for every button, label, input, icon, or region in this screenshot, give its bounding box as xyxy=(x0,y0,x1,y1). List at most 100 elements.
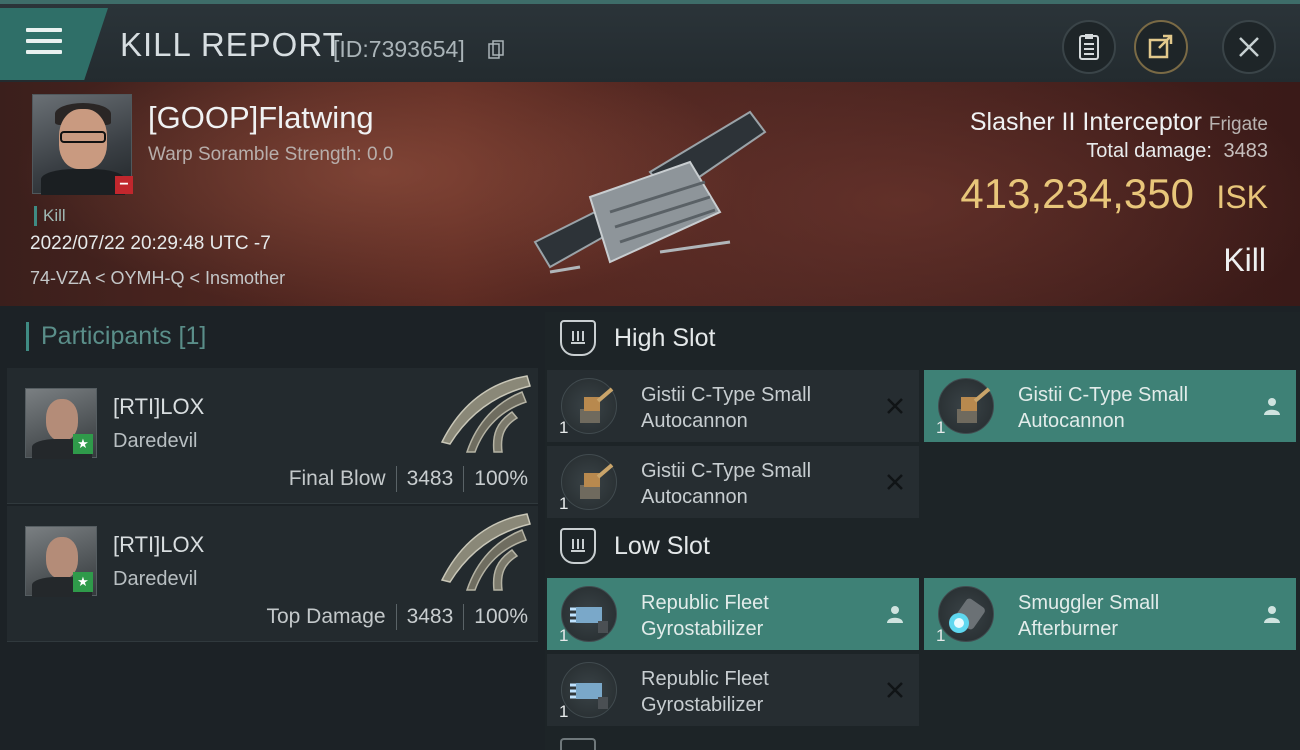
isk-unit: ISK xyxy=(1216,179,1268,215)
dropped-person-icon xyxy=(1260,394,1284,418)
module-name: Republic Fleet Gyrostabilizer xyxy=(641,590,871,642)
destroyed-x-icon xyxy=(883,470,907,494)
kill-result: Kill xyxy=(1223,242,1266,278)
module-name-line1: Republic Fleet xyxy=(641,668,769,690)
menu-icon xyxy=(26,28,62,32)
participant-percent: 100% xyxy=(474,605,528,628)
participant-name: [RTI]LOX xyxy=(113,532,205,557)
module-quantity: 1 xyxy=(936,418,946,437)
participant-name: [RTI]LOX xyxy=(113,394,205,419)
module-name-line1: Gistii C-Type Small xyxy=(641,384,812,406)
low-slot-title: Low Slot xyxy=(614,531,710,560)
participant-damage: 3483 xyxy=(406,467,454,490)
close-icon xyxy=(1239,37,1259,57)
module-name-line1: Gistii C-Type Small xyxy=(1018,384,1189,406)
clipboard-icon xyxy=(1079,34,1099,60)
module-name: Republic Fleet Gyrostabilizer xyxy=(641,666,871,718)
report-id: [ID:7393654] xyxy=(333,36,465,62)
portrait-glasses xyxy=(60,131,106,143)
module-name-line1: Smuggler Small xyxy=(1018,592,1160,614)
low-slot-heading: Low Slot xyxy=(560,528,710,564)
isk-value: 413,234,350 ISK xyxy=(960,170,1268,218)
participants-heading: Participants [1] xyxy=(26,322,206,351)
total-damage-label: Total damage: xyxy=(1086,140,1212,162)
victim-ship-image[interactable] xyxy=(520,102,790,292)
module-name-line2: Autocannon xyxy=(1018,410,1125,432)
divider xyxy=(395,466,397,492)
module-item[interactable]: 1 Republic Fleet Gyrostabilizer xyxy=(547,578,919,650)
module-name-line2: Gyrostabilizer xyxy=(641,618,764,640)
high-slot-heading: High Slot xyxy=(560,320,715,356)
autocannon-icon xyxy=(561,454,617,510)
ship-name[interactable]: Slasher II Interceptor Frigate xyxy=(970,108,1268,137)
participant-stats: Final Blow 3483 100% xyxy=(289,466,528,492)
kill-summary-banner: − [GOOP]Flatwing Warp Soramble Strength:… xyxy=(0,82,1300,306)
autocannon-icon xyxy=(938,378,994,434)
portrait-body xyxy=(41,169,125,195)
module-quantity: 1 xyxy=(559,702,569,721)
total-damage: Total damage: 3483 xyxy=(1086,140,1268,163)
destroyed-x-icon xyxy=(883,678,907,702)
participant-ship: Daredevil xyxy=(113,430,198,452)
share-button[interactable] xyxy=(1134,20,1188,74)
total-damage-value: 3483 xyxy=(1223,140,1269,162)
module-name: Gistii C-Type Small Autocannon xyxy=(1018,382,1248,434)
module-item[interactable]: 1 Gistii C-Type Small Autocannon xyxy=(924,370,1296,442)
ally-star-icon: ★ xyxy=(73,572,93,592)
module-name-line2: Autocannon xyxy=(641,410,748,432)
clipboard-button[interactable] xyxy=(1062,20,1116,74)
participant-percent: 100% xyxy=(474,467,528,490)
module-quantity: 1 xyxy=(559,418,569,437)
module-name: Gistii C-Type Small Autocannon xyxy=(641,382,871,434)
participant-stats: Top Damage 3483 100% xyxy=(266,604,528,630)
module-item[interactable]: 1 Smuggler Small Afterburner xyxy=(924,578,1296,650)
isk-amount: 413,234,350 xyxy=(960,170,1194,217)
title-bar: KILL REPORT [ID:7393654] xyxy=(0,0,1300,82)
participant-row[interactable]: ★ [RTI]LOX Daredevil Final Blow 3483 100… xyxy=(7,368,538,504)
high-slot-icon xyxy=(560,320,596,356)
afterburner-icon xyxy=(938,586,994,642)
dropped-person-icon xyxy=(883,602,907,626)
gyrostabilizer-icon xyxy=(561,586,617,642)
module-item[interactable]: 1 Gistii C-Type Small Autocannon xyxy=(547,446,919,518)
module-name-line1: Republic Fleet xyxy=(641,592,769,614)
next-slot-icon xyxy=(560,738,596,750)
module-name: Smuggler Small Afterburner xyxy=(1018,590,1248,642)
close-button[interactable] xyxy=(1222,20,1276,74)
ship-type: Slasher II Interceptor xyxy=(969,108,1202,136)
menu-icon-bar xyxy=(26,39,62,43)
destroyed-x-icon xyxy=(883,394,907,418)
participant-role: Final Blow xyxy=(288,467,386,490)
module-name-line2: Autocannon xyxy=(641,486,748,508)
kill-type-tag: Kill xyxy=(34,206,66,226)
module-name-line2: Gyrostabilizer xyxy=(641,694,764,716)
participant-ship-image xyxy=(440,513,531,591)
menu-icon-bar xyxy=(26,50,62,54)
low-slot-icon xyxy=(560,528,596,564)
module-item[interactable]: 1 Gistii C-Type Small Autocannon xyxy=(547,370,919,442)
autocannon-icon xyxy=(561,378,617,434)
page-title: KILL REPORT xyxy=(120,26,344,63)
warp-scramble-strength: Warp Soramble Strength: 0.0 xyxy=(148,144,394,165)
high-slot-title: High Slot xyxy=(614,323,716,352)
module-quantity: 1 xyxy=(559,494,569,513)
victim-name[interactable]: [GOOP]Flatwing xyxy=(148,100,374,136)
divider xyxy=(463,604,465,630)
ship-class: Frigate xyxy=(1208,114,1268,135)
participant-damage: 3483 xyxy=(406,605,454,628)
copy-icon[interactable] xyxy=(488,40,504,59)
enemy-badge-icon: − xyxy=(115,176,133,194)
ally-star-icon: ★ xyxy=(73,434,93,454)
module-quantity: 1 xyxy=(936,626,946,645)
dropped-person-icon xyxy=(1260,602,1284,626)
module-item[interactable]: 1 Republic Fleet Gyrostabilizer xyxy=(547,654,919,726)
module-name-line1: Gistii C-Type Small xyxy=(641,460,812,482)
participant-ship-image xyxy=(440,375,531,453)
menu-button[interactable] xyxy=(0,8,108,80)
kill-location[interactable]: 74-VZA < OYMH-Q < Insmother xyxy=(30,268,285,289)
module-name: Gistii C-Type Small Autocannon xyxy=(641,458,871,510)
participant-row[interactable]: ★ [RTI]LOX Daredevil Top Damage 3483 100… xyxy=(7,506,538,642)
participant-role: Top Damage xyxy=(266,605,386,628)
share-icon xyxy=(1148,34,1173,59)
kill-datetime: 2022/07/22 20:29:48 UTC -7 xyxy=(30,233,271,254)
